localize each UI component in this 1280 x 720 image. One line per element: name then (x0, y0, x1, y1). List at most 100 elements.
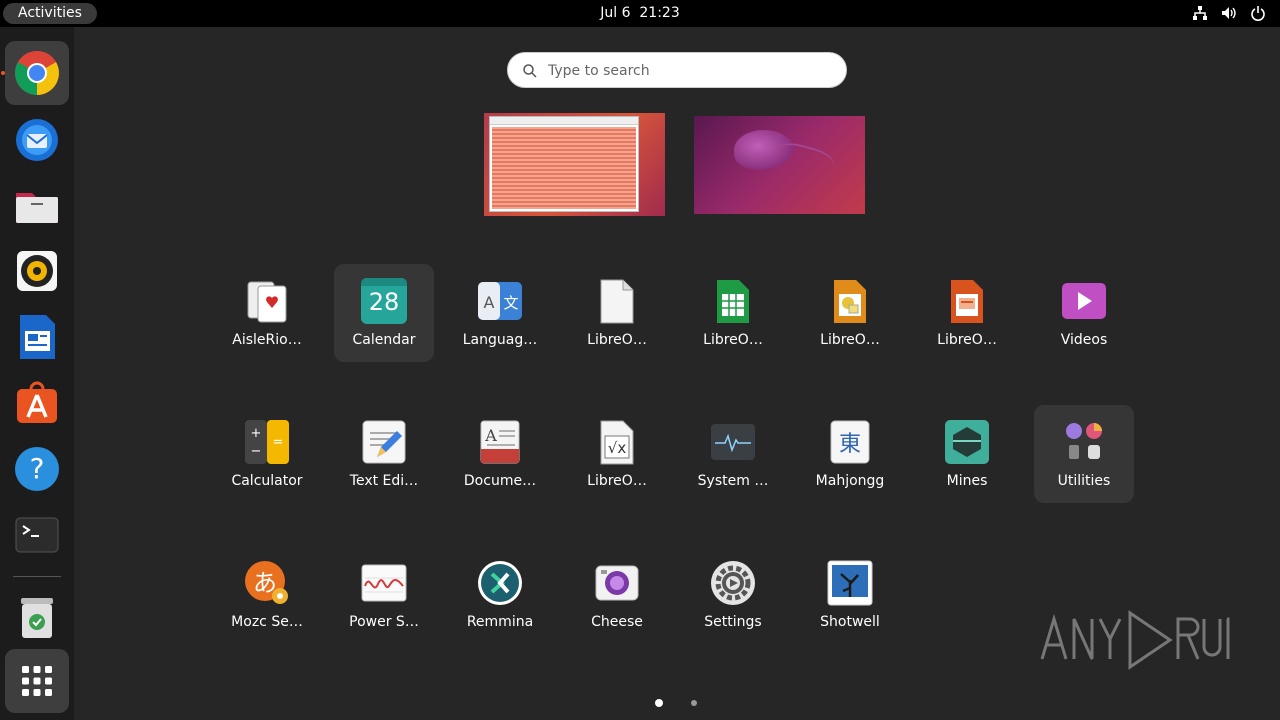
svg-text:文: 文 (503, 294, 518, 312)
remmina-icon (478, 561, 522, 605)
dock-chrome[interactable] (1, 41, 69, 105)
mozc-icon: あ (245, 561, 288, 604)
svg-text:+: + (251, 426, 262, 441)
cheese-icon (595, 565, 639, 601)
app-label: Docume… (463, 473, 537, 489)
app-label: Text Edi… (349, 473, 419, 489)
dock-terminal[interactable] (5, 503, 69, 567)
help-icon: ? (15, 447, 59, 491)
app-libreoffice[interactable]: LibreO… (567, 264, 667, 362)
libreoffice-impress-icon (951, 280, 983, 323)
search-bar[interactable] (507, 52, 847, 88)
document-viewer-icon: A (480, 420, 520, 464)
libreoffice-icon (600, 279, 634, 324)
app-text-editor[interactable]: Text Edi… (334, 405, 434, 503)
app-utilities-folder[interactable]: Utilities (1034, 405, 1134, 503)
app-videos[interactable]: Videos (1034, 264, 1134, 362)
dock-libreoffice-writer[interactable] (5, 305, 69, 369)
anyrun-watermark-logo (1040, 610, 1230, 670)
page-indicator-2[interactable] (691, 700, 697, 706)
trash-icon (21, 598, 53, 638)
utilities-folder-icon (1066, 423, 1102, 459)
app-mozc-setup[interactable]: あ Mozc Se… (217, 546, 317, 644)
app-label: LibreO… (937, 332, 997, 348)
svg-text:A: A (484, 293, 495, 312)
workspace-thumbnail-2[interactable] (694, 116, 865, 214)
app-label: Power S… (349, 614, 419, 630)
dock-app-center[interactable] (5, 371, 69, 435)
mahjongg-icon: 東 (830, 420, 870, 464)
svg-text:−: − (251, 444, 262, 459)
jellyfish-tentacles (771, 138, 837, 184)
app-libreoffice-impress[interactable]: LibreO… (917, 264, 1017, 362)
app-label: System … (697, 473, 769, 489)
app-power-statistics[interactable]: Power S… (334, 546, 434, 644)
app-libreoffice-calc[interactable]: LibreO… (683, 264, 783, 362)
window-thumbnail[interactable] (489, 116, 639, 212)
show-apps-button[interactable] (5, 649, 69, 713)
system-monitor-icon (711, 424, 755, 460)
rhythmbox-icon (17, 251, 57, 291)
app-label: Calendar (352, 332, 416, 348)
app-settings[interactable]: Settings (683, 546, 783, 644)
page-indicator-1[interactable] (655, 699, 663, 707)
power-icon[interactable] (1250, 5, 1266, 21)
app-label: Mahjongg (815, 473, 885, 489)
search-input[interactable] (548, 59, 828, 83)
app-label: Videos (1060, 332, 1108, 348)
videos-icon (1062, 283, 1106, 319)
dock-trash[interactable] (5, 586, 69, 650)
workspace-thumbnail-1[interactable] (484, 113, 665, 216)
dock-thunderbird[interactable] (5, 107, 69, 171)
svg-text:東: 東 (839, 432, 861, 457)
app-language[interactable]: A文 Languag… (450, 264, 550, 362)
calendar-icon: 28 (361, 278, 407, 324)
dock-files[interactable] (5, 173, 69, 237)
window-titlebar (490, 117, 638, 125)
app-label: LibreO… (587, 332, 647, 348)
aisleriot-icon (247, 281, 287, 323)
thunderbird-icon (16, 119, 58, 161)
system-tray[interactable] (1192, 5, 1266, 21)
dock-rhythmbox[interactable] (5, 239, 69, 303)
app-label: Settings (704, 614, 762, 630)
app-remmina[interactable]: Remmina (450, 546, 550, 644)
dock-separator (13, 576, 61, 577)
svg-text:=: = (273, 435, 284, 450)
app-calendar[interactable]: 28 Calendar (334, 264, 434, 362)
libreoffice-calc-icon (717, 280, 749, 323)
app-label: Cheese (591, 614, 643, 630)
text-editor-icon (362, 420, 406, 464)
app-libreoffice-math[interactable]: √x LibreO… (567, 405, 667, 503)
app-label: Shotwell (820, 614, 880, 630)
clock[interactable]: Jul 6 21:23 (0, 4, 1280, 23)
settings-icon (711, 561, 755, 605)
app-aisleriot[interactable]: AisleRio… (217, 264, 317, 362)
dock-help[interactable]: ? (5, 437, 69, 501)
app-mines[interactable]: Mines (917, 405, 1017, 503)
libreoffice-draw-icon (834, 280, 866, 323)
app-shotwell[interactable]: Shotwell (800, 546, 900, 644)
search-icon (523, 64, 537, 78)
app-cheese[interactable]: Cheese (567, 546, 667, 644)
network-icon[interactable] (1192, 5, 1208, 21)
app-label: Mozc Se… (231, 614, 303, 630)
chrome-icon (15, 51, 59, 95)
app-mahjongg[interactable]: 東 Mahjongg (800, 405, 900, 503)
svg-text:?: ? (30, 452, 45, 485)
volume-icon[interactable] (1221, 5, 1237, 21)
calendar-day: 28 (368, 288, 400, 316)
overview: AisleRio… 28 Calendar A文 Languag… LibreO… (74, 27, 1280, 720)
app-label: Languag… (462, 332, 538, 348)
running-indicator (1, 71, 5, 75)
app-label: Remmina (466, 614, 534, 630)
app-system-monitor[interactable]: System … (683, 405, 783, 503)
app-libreoffice-draw[interactable]: LibreO… (800, 264, 900, 362)
writer-icon (20, 315, 55, 359)
app-calculator[interactable]: + − = Calculator (217, 405, 317, 503)
app-document-viewer[interactable]: A Docume… (450, 405, 550, 503)
app-label: LibreO… (587, 473, 647, 489)
app-label: LibreO… (703, 332, 763, 348)
top-bar: Activities Jul 6 21:23 (0, 0, 1280, 27)
app-label: AisleRio… (232, 332, 302, 348)
